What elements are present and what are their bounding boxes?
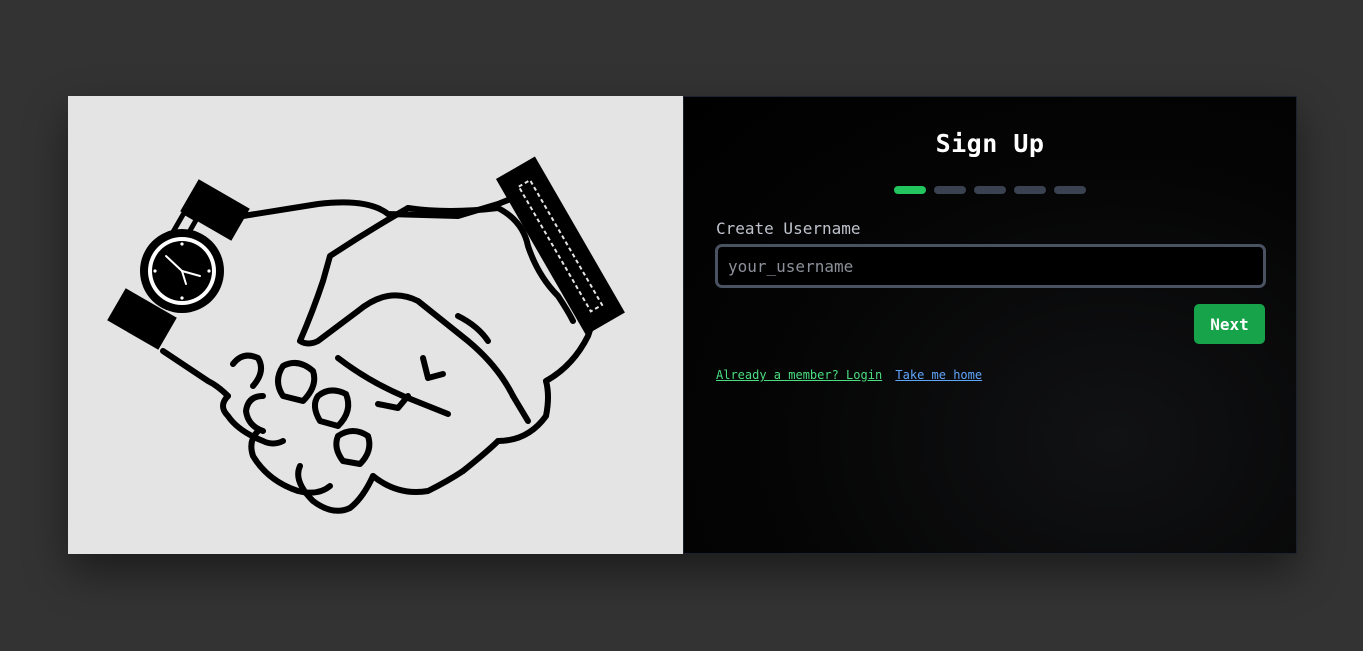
username-input[interactable] <box>715 244 1266 288</box>
page-title: Sign Up <box>935 129 1045 158</box>
next-button[interactable]: Next <box>1194 304 1265 344</box>
signup-card: Sign Up Create Username Next Already a m… <box>68 96 1297 554</box>
step-3 <box>974 186 1006 194</box>
footer-links: Already a member? Login Take me home <box>716 368 988 382</box>
login-link[interactable]: Already a member? Login <box>716 368 882 382</box>
step-2 <box>934 186 966 194</box>
home-link[interactable]: Take me home <box>895 368 982 382</box>
handshake-icon <box>107 156 625 514</box>
step-5 <box>1054 186 1086 194</box>
username-label: Create Username <box>716 219 861 238</box>
signup-form-panel: Sign Up Create Username Next Already a m… <box>683 96 1297 554</box>
step-indicator <box>894 186 1086 194</box>
illustration-panel <box>68 96 683 554</box>
step-4 <box>1014 186 1046 194</box>
step-1 <box>894 186 926 194</box>
